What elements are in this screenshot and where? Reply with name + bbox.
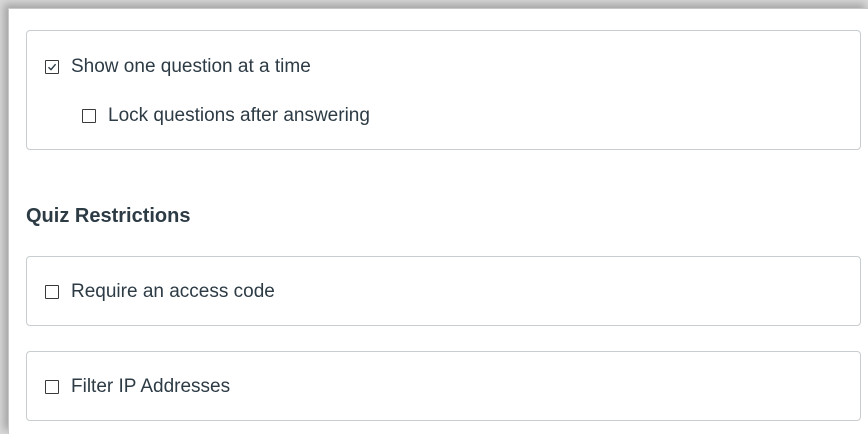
require-access-code-label: Require an access code [71,281,275,302]
filter-ip-option[interactable]: Filter IP Addresses [45,376,230,398]
quiz-settings-frame: Show one question at a time Lock questio… [8,8,868,434]
lock-questions-checkbox[interactable] [82,109,96,123]
filter-ip-panel: Filter IP Addresses [26,351,861,421]
require-access-code-checkbox[interactable] [45,285,59,299]
show-one-question-label: Show one question at a time [71,56,311,77]
lock-questions-label: Lock questions after answering [108,105,370,126]
question-display-panel: Show one question at a time Lock questio… [26,30,861,150]
quiz-restrictions-heading: Quiz Restrictions [26,205,191,227]
access-code-panel: Require an access code [26,256,861,326]
show-one-question-option[interactable]: Show one question at a time [45,56,311,78]
filter-ip-checkbox[interactable] [45,380,59,394]
checkmark-icon [48,63,57,71]
require-access-code-option[interactable]: Require an access code [45,281,275,303]
filter-ip-label: Filter IP Addresses [71,376,231,397]
show-one-question-checkbox[interactable] [45,60,59,74]
lock-questions-option[interactable]: Lock questions after answering [82,105,370,127]
